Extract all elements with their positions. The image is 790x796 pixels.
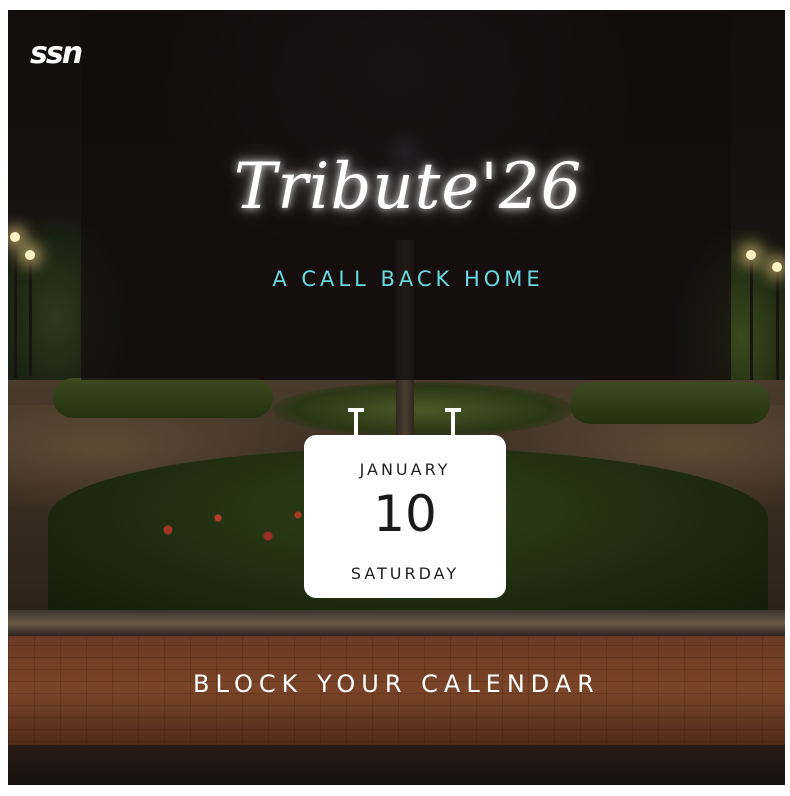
bottom-strip (8, 745, 785, 785)
event-subtitle: A CALL BACK HOME (272, 267, 544, 291)
event-title: Tribute'26 (233, 150, 583, 224)
date-month: JANUARY (359, 460, 451, 479)
date-day: 10 (373, 485, 437, 543)
street-lamp (25, 250, 35, 260)
block-calendar-text: BLOCK YOUR CALENDAR (193, 670, 600, 698)
poster: ssn Tribute'26 A CALL BACK HOME JANUARY … (8, 10, 785, 785)
street-lamp (772, 262, 782, 272)
hedge (53, 378, 273, 418)
hedge (570, 382, 770, 424)
hedge (273, 382, 573, 437)
curb (8, 610, 785, 636)
street-lamp-post (776, 268, 779, 388)
flowers (128, 500, 328, 560)
ssn-logo: ssn (30, 36, 83, 71)
date-weekday: SATURDAY (350, 564, 460, 583)
street-lamp (10, 232, 20, 242)
street-lamp-post (750, 256, 753, 386)
date-card: JANUARY 10 SATURDAY (304, 435, 506, 598)
street-lamp (746, 250, 756, 260)
street-lamp-post (29, 256, 32, 376)
street-lamp-post (14, 238, 17, 378)
